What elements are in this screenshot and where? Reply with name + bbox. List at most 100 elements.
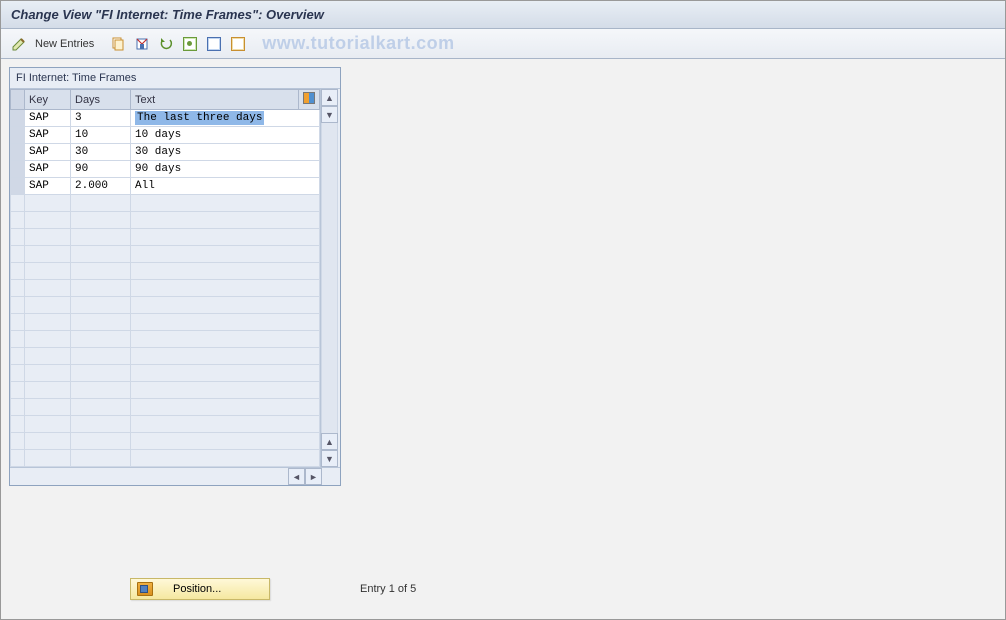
empty-cell[interactable] xyxy=(131,416,320,433)
cell-key[interactable]: SAP xyxy=(25,127,71,144)
select-block-icon[interactable] xyxy=(204,34,224,54)
empty-cell[interactable] xyxy=(25,450,71,467)
cell-key[interactable]: SAP xyxy=(25,110,71,127)
empty-cell[interactable] xyxy=(71,348,131,365)
row-selector[interactable] xyxy=(11,110,25,127)
toggle-display-change-icon[interactable] xyxy=(9,34,29,54)
empty-cell[interactable] xyxy=(71,195,131,212)
row-selector[interactable] xyxy=(11,263,25,280)
empty-cell[interactable] xyxy=(71,280,131,297)
row-selector[interactable] xyxy=(11,229,25,246)
empty-cell[interactable] xyxy=(131,246,320,263)
new-entries-button[interactable]: New Entries xyxy=(33,38,100,50)
scroll-up-button[interactable]: ▲ xyxy=(321,89,338,106)
row-selector[interactable] xyxy=(11,433,25,450)
empty-cell[interactable] xyxy=(71,246,131,263)
table-row[interactable]: SAP3The last three days xyxy=(11,110,320,127)
empty-cell[interactable] xyxy=(131,331,320,348)
empty-cell[interactable] xyxy=(131,382,320,399)
table-row[interactable]: SAP3030 days xyxy=(11,144,320,161)
empty-cell[interactable] xyxy=(131,348,320,365)
row-selector[interactable] xyxy=(11,246,25,263)
table-row[interactable] xyxy=(11,382,320,399)
cell-days[interactable]: 2.000 xyxy=(71,178,131,195)
cell-days[interactable]: 30 xyxy=(71,144,131,161)
table-row[interactable] xyxy=(11,212,320,229)
cell-text[interactable]: 30 days xyxy=(131,144,320,161)
empty-cell[interactable] xyxy=(71,382,131,399)
cell-days[interactable]: 3 xyxy=(71,110,131,127)
cell-key[interactable]: SAP xyxy=(25,178,71,195)
cell-text[interactable]: 90 days xyxy=(131,161,320,178)
empty-cell[interactable] xyxy=(71,365,131,382)
row-selector[interactable] xyxy=(11,399,25,416)
empty-cell[interactable] xyxy=(71,450,131,467)
row-selector[interactable] xyxy=(11,297,25,314)
empty-cell[interactable] xyxy=(71,399,131,416)
row-selector[interactable] xyxy=(11,195,25,212)
empty-cell[interactable] xyxy=(131,433,320,450)
empty-cell[interactable] xyxy=(131,450,320,467)
table-row[interactable] xyxy=(11,297,320,314)
empty-cell[interactable] xyxy=(25,433,71,450)
copy-as-icon[interactable] xyxy=(108,34,128,54)
row-selector[interactable] xyxy=(11,144,25,161)
table-row[interactable] xyxy=(11,365,320,382)
table-row[interactable] xyxy=(11,348,320,365)
empty-cell[interactable] xyxy=(25,212,71,229)
empty-cell[interactable] xyxy=(131,365,320,382)
empty-cell[interactable] xyxy=(131,229,320,246)
col-header-key[interactable]: Key xyxy=(25,90,71,110)
empty-cell[interactable] xyxy=(25,246,71,263)
cell-key[interactable]: SAP xyxy=(25,144,71,161)
table-row[interactable] xyxy=(11,246,320,263)
row-selector[interactable] xyxy=(11,348,25,365)
empty-cell[interactable] xyxy=(25,331,71,348)
row-selector[interactable] xyxy=(11,280,25,297)
table-row[interactable] xyxy=(11,433,320,450)
empty-cell[interactable] xyxy=(131,195,320,212)
row-selector[interactable] xyxy=(11,127,25,144)
empty-cell[interactable] xyxy=(71,416,131,433)
empty-cell[interactable] xyxy=(25,348,71,365)
position-button[interactable]: Position... xyxy=(130,578,270,600)
col-header-days[interactable]: Days xyxy=(71,90,131,110)
scroll-down-button[interactable]: ▼ xyxy=(321,106,338,123)
row-selector[interactable] xyxy=(11,416,25,433)
empty-cell[interactable] xyxy=(25,365,71,382)
cell-text[interactable]: 10 days xyxy=(131,127,320,144)
scroll-down-bottom-button[interactable]: ▼ xyxy=(321,450,338,467)
empty-cell[interactable] xyxy=(25,297,71,314)
table-row[interactable] xyxy=(11,399,320,416)
table-row[interactable] xyxy=(11,331,320,348)
table-row[interactable] xyxy=(11,450,320,467)
empty-cell[interactable] xyxy=(25,416,71,433)
table-row[interactable] xyxy=(11,263,320,280)
col-header-text[interactable]: Text xyxy=(131,90,299,110)
table-row[interactable]: SAP2.000All xyxy=(11,178,320,195)
table-settings-icon[interactable] xyxy=(299,90,320,110)
empty-cell[interactable] xyxy=(71,229,131,246)
table-row[interactable] xyxy=(11,229,320,246)
row-selector[interactable] xyxy=(11,382,25,399)
vertical-scrollbar[interactable]: ▲ ▼ ▲ ▼ xyxy=(320,89,338,467)
empty-cell[interactable] xyxy=(71,212,131,229)
cell-key[interactable]: SAP xyxy=(25,161,71,178)
empty-cell[interactable] xyxy=(131,399,320,416)
scroll-right-button[interactable]: ► xyxy=(305,468,322,485)
table-row[interactable] xyxy=(11,195,320,212)
empty-cell[interactable] xyxy=(25,263,71,280)
table-row[interactable]: SAP9090 days xyxy=(11,161,320,178)
table-row[interactable]: SAP1010 days xyxy=(11,127,320,144)
deselect-all-icon[interactable] xyxy=(228,34,248,54)
empty-cell[interactable] xyxy=(131,212,320,229)
empty-cell[interactable] xyxy=(131,297,320,314)
empty-cell[interactable] xyxy=(25,399,71,416)
table-row[interactable] xyxy=(11,314,320,331)
row-selector[interactable] xyxy=(11,314,25,331)
empty-cell[interactable] xyxy=(71,331,131,348)
cell-text[interactable]: All xyxy=(131,178,320,195)
row-selector[interactable] xyxy=(11,331,25,348)
empty-cell[interactable] xyxy=(25,195,71,212)
empty-cell[interactable] xyxy=(71,263,131,280)
